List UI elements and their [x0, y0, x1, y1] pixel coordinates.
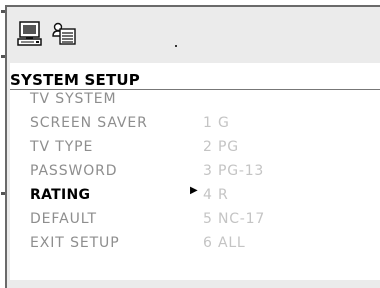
selection-arrow-icon: ▶	[190, 185, 198, 196]
margin-bullet	[1, 192, 5, 195]
menu-item-tv-system[interactable]: TV SYSTEM	[30, 91, 116, 107]
menu-item-tv-type[interactable]: TV TYPE	[30, 139, 93, 155]
menu-item-password[interactable]: PASSWORD	[30, 163, 117, 179]
rating-option-2[interactable]: 2 PG	[203, 139, 239, 155]
rating-option-1[interactable]: 1 G	[203, 115, 230, 131]
system-setup-icon[interactable]	[17, 21, 43, 51]
margin-bullet	[1, 10, 5, 13]
rating-option-4[interactable]: 4 R	[203, 187, 229, 203]
margin-bullet	[1, 55, 5, 58]
setup-screen: SYSTEM SETUP TV SYSTEM SCREEN SAVER TV T…	[0, 0, 380, 288]
rating-option-3[interactable]: 3 PG-13	[203, 163, 264, 179]
preferences-icon[interactable]	[51, 22, 77, 50]
menu-item-screen-saver[interactable]: SCREEN SAVER	[30, 115, 148, 131]
menu-item-exit-setup[interactable]: EXIT SETUP	[30, 235, 120, 251]
toolbar-dot	[175, 45, 177, 47]
rating-option-6[interactable]: 6 ALL	[203, 235, 246, 251]
page-title: SYSTEM SETUP	[10, 71, 140, 89]
osd-frame: SYSTEM SETUP TV SYSTEM SCREEN SAVER TV T…	[1, 5, 380, 288]
divider	[10, 89, 380, 90]
menu-item-rating[interactable]: RATING	[30, 187, 90, 203]
setup-panel: SYSTEM SETUP TV SYSTEM SCREEN SAVER TV T…	[10, 63, 380, 280]
menu-item-default[interactable]: DEFAULT	[30, 211, 97, 227]
rating-option-5[interactable]: 5 NC-17	[203, 211, 265, 227]
